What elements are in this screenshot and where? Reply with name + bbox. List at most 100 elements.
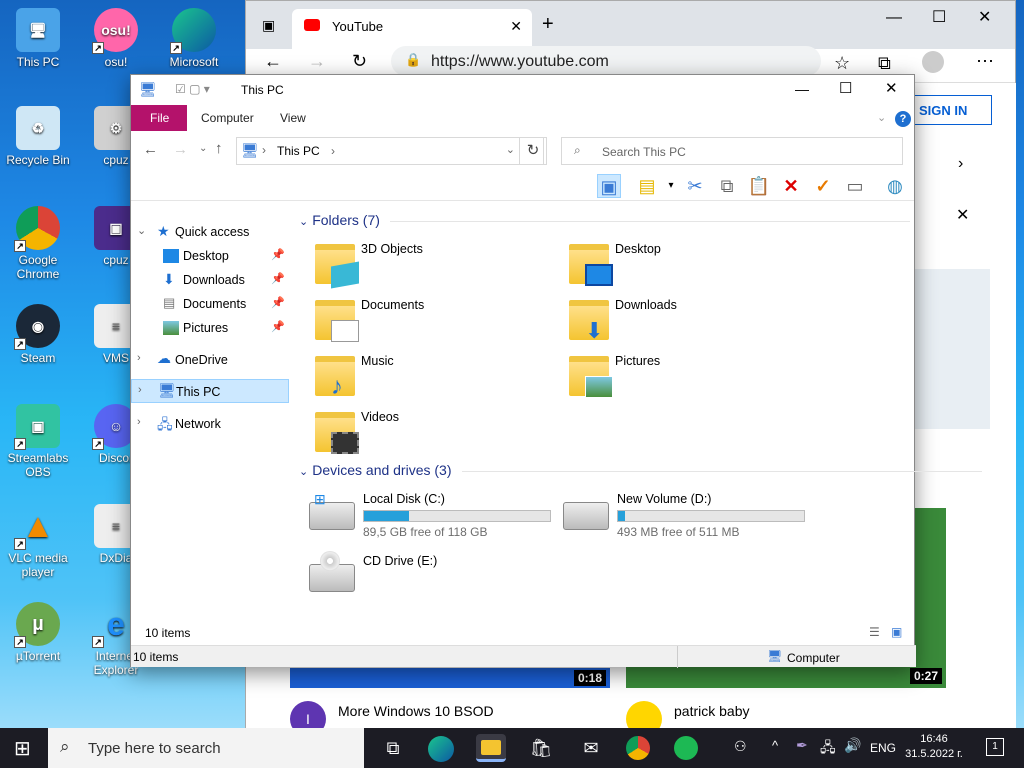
folders-group-header[interactable]: ⌄ Folders (7) (299, 212, 910, 228)
chevron-right-icon[interactable]: › (137, 352, 141, 364)
close-tab-icon[interactable]: ✕ (510, 18, 522, 35)
sidebar-item-network[interactable]: › 🖧 Network (131, 412, 289, 436)
close-icon[interactable]: ✕ (956, 205, 969, 225)
chevron-down-icon[interactable]: ⌄ (506, 143, 515, 156)
tab-view[interactable]: View (280, 111, 306, 125)
search-input[interactable]: ⌕ Search This PC (561, 137, 903, 165)
pin-icon[interactable]: 📌 (271, 272, 285, 285)
file-explorer-icon[interactable] (476, 734, 506, 762)
address-bar[interactable]: 🖥 › This PC › ⌄ (236, 137, 544, 165)
sidebar-item-onedrive[interactable]: › ☁ OneDrive (131, 348, 289, 372)
folder-desktop[interactable]: Desktop (569, 242, 809, 290)
desktop-icon-streamlabs[interactable]: ▣ ↗ Streamlabs OBS (0, 404, 76, 479)
people-icon[interactable]: ⚇ (734, 738, 747, 755)
checkmark-icon[interactable]: ✓ (811, 174, 835, 198)
sidebar-item-downloads[interactable]: ⬇ Downloads 📌 (131, 268, 289, 292)
taskbar-search-input[interactable]: ⌕ Type here to search (48, 728, 364, 768)
sidebar-item-this-pc[interactable]: › 🖥 This PC (131, 379, 289, 403)
favorites-star-icon[interactable]: ☆ (834, 53, 850, 74)
sidebar-item-desktop[interactable]: Desktop 📌 (131, 244, 289, 268)
address-bar[interactable]: 🔒 https://www.youtube.com (391, 46, 821, 76)
network-icon[interactable]: 🖧 (820, 737, 836, 761)
up-icon[interactable]: ↑ (215, 140, 223, 157)
pen-icon[interactable]: ✒ (796, 737, 808, 754)
desktop-icon-recycle-bin[interactable]: ♻ Recycle Bin (0, 106, 76, 167)
desktop-icon-this-pc[interactable]: 🖥 This PC (0, 8, 76, 69)
chrome-icon[interactable] (626, 736, 650, 760)
volume-icon[interactable]: 🔊 (844, 737, 861, 754)
chevron-right-icon[interactable]: › (138, 384, 142, 396)
paste-icon[interactable]: 📋 (747, 174, 771, 198)
video-thumbnail-1[interactable]: 0:18 (290, 668, 610, 688)
clock[interactable]: 16:46 31.5.2022 г. (904, 732, 964, 762)
ad-thumbnail[interactable] (914, 269, 990, 429)
folder-3d-objects[interactable]: 3D Objects (315, 242, 555, 290)
pin-icon[interactable]: 📌 (271, 296, 285, 309)
collections-icon[interactable]: ⧉ (878, 53, 891, 74)
store-icon[interactable]: 🛍 (526, 734, 556, 762)
task-view-icon[interactable]: ⧉ (378, 734, 408, 762)
refresh-button[interactable]: ↻ (519, 137, 547, 165)
desktop-icon-chrome[interactable]: ↗ Google Chrome (0, 206, 76, 281)
help-icon[interactable]: ? (895, 111, 911, 127)
preview-pane-icon[interactable]: ▣ (597, 174, 621, 198)
video-title[interactable]: More Windows 10 BSOD (338, 703, 494, 719)
desktop-icon-utorrent[interactable]: µ ↗ µTorrent (0, 602, 76, 663)
chevron-up-icon[interactable]: ^ (772, 738, 778, 753)
forward-icon[interactable]: → (308, 51, 326, 72)
chevron-down-icon[interactable]: ⌄ (137, 224, 146, 237)
large-icons-view-icon[interactable]: ▣ (891, 625, 902, 639)
globe-icon[interactable]: ◍ (883, 174, 907, 198)
folder-downloads[interactable]: ⬇ Downloads (569, 298, 809, 346)
breadcrumb[interactable]: This PC (277, 144, 320, 158)
close-window-icon[interactable]: ✕ (978, 7, 991, 27)
chevron-right-icon[interactable]: › (137, 416, 141, 428)
more-icon[interactable]: ⋯ (976, 51, 994, 72)
folder-pictures[interactable]: Pictures (569, 354, 809, 402)
mail-icon[interactable]: ✉ (576, 734, 606, 762)
quick-access-toolbar-icon[interactable]: ☑ ▢ ▾ (175, 82, 210, 96)
profile-avatar[interactable] (922, 51, 944, 73)
drive-d[interactable]: New Volume (D:) 493 MB free of 511 MB (563, 492, 813, 542)
tab-youtube[interactable]: YouTube ✕ (292, 9, 532, 49)
maximize-icon[interactable]: ☐ (839, 79, 852, 97)
forward-icon[interactable]: → (173, 141, 188, 158)
new-tab-icon[interactable]: + (542, 13, 554, 36)
minimize-icon[interactable]: — (886, 9, 902, 27)
close-icon[interactable]: ✕ (885, 79, 898, 97)
sidebar-item-quick-access[interactable]: ⌄ ★ Quick access (131, 220, 289, 244)
folder-music[interactable]: ♪ Music (315, 354, 555, 402)
sign-in-button[interactable]: SIGN IN (908, 95, 992, 125)
tab-actions-icon[interactable]: ▣ (262, 17, 275, 34)
desktop-icon-osu[interactable]: osu! ↗ osu! (78, 8, 154, 69)
spotify-icon[interactable] (674, 736, 698, 760)
folder-videos[interactable]: Videos (315, 410, 555, 458)
rename-icon[interactable]: ▭ (843, 174, 867, 198)
cut-icon[interactable]: ✂ (683, 174, 707, 198)
notifications-icon[interactable]: 1 (986, 738, 1004, 756)
sidebar-item-pictures[interactable]: Pictures 📌 (131, 316, 289, 340)
desktop-icon-edge[interactable]: ↗ Microsoft (156, 8, 232, 69)
drives-group-header[interactable]: ⌄ Devices and drives (3) (299, 462, 980, 478)
video-title[interactable]: patrick baby (674, 703, 749, 719)
back-icon[interactable]: ← (143, 141, 158, 158)
chevron-down-icon[interactable]: ⌄ (877, 111, 886, 124)
folder-documents[interactable]: Documents (315, 298, 555, 346)
language-indicator[interactable]: ENG (870, 741, 896, 755)
drive-c[interactable]: ⊞ Local Disk (C:) 89,5 GB free of 118 GB (309, 491, 559, 542)
windows-start-icon[interactable]: ⊞ (14, 736, 31, 761)
edge-icon[interactable] (428, 736, 454, 762)
chevron-right-icon[interactable]: › (958, 155, 963, 173)
delete-icon[interactable]: ✕ (779, 174, 803, 198)
copy-icon[interactable]: ⧉ (715, 174, 739, 198)
tab-file[interactable]: File (131, 105, 187, 131)
desktop-icon-steam[interactable]: ◉ ↗ Steam (0, 304, 76, 365)
tab-computer[interactable]: Computer (201, 111, 254, 125)
desktop-icon-vlc[interactable]: ▲ ↗ VLC media player (0, 504, 76, 579)
pin-icon[interactable]: 📌 (271, 248, 285, 261)
drive-e[interactable]: CD Drive (E:) (309, 551, 559, 604)
pin-icon[interactable]: 📌 (271, 320, 285, 333)
sidebar-item-documents[interactable]: ▤ Documents 📌 (131, 292, 289, 316)
back-icon[interactable]: ← (264, 51, 282, 72)
recent-locations-icon[interactable]: ⌄ (199, 143, 207, 154)
